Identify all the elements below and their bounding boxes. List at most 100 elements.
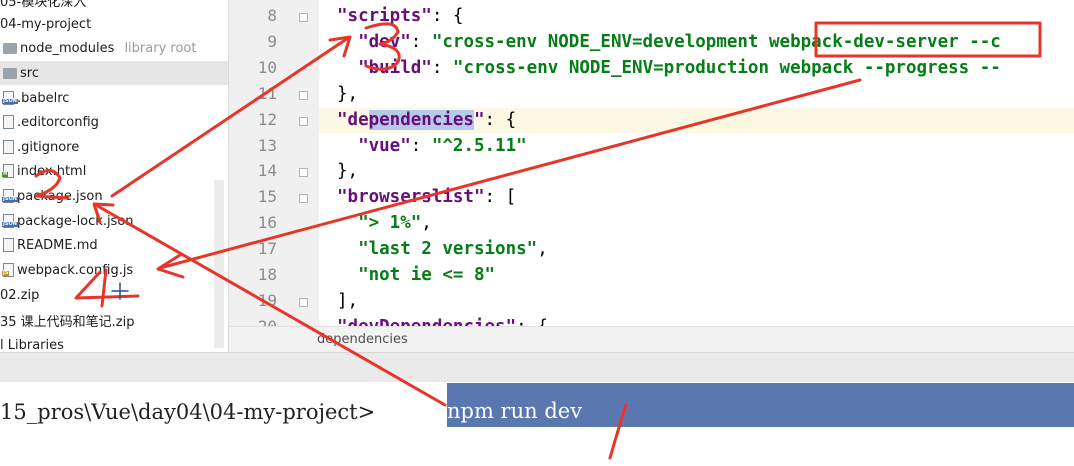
tree-item[interactable]: .editorconfig [0,110,228,134]
code-punct: }, [337,83,359,104]
tree-item-label: 35 课上代码和笔记.zip [0,314,135,330]
code-line: }, [337,159,358,184]
line-number: 12 [257,109,277,129]
tree-item[interactable]: 04-my-project [0,12,228,36]
tree-item[interactable]: 05-模块化深入 [0,0,228,12]
folder-icon [3,42,17,54]
tree-item[interactable]: JSON package-lock.json [0,209,228,233]
file-type-badge: JSON [2,98,18,104]
file-type-badge: JS [2,270,10,276]
json-key: "dev" [358,31,411,52]
json-string: "last 2 versions" [358,239,538,260]
tree-item-label: README.md [17,237,98,253]
tree-item[interactable]: node_modules library root [0,36,228,60]
code-line: "scripts": { [337,4,463,29]
fold-marker-icon[interactable] [299,194,308,204]
file-icon: JSON [2,214,18,228]
code-line: "vue": "^2.5.11" [337,134,527,159]
line-number: 11 [257,83,277,103]
code-punct: ], [337,290,359,311]
code-line: "build": "cross-env NODE_ENV=production … [337,56,1001,81]
line-number: 13 [257,135,277,155]
fold-marker-icon[interactable] [299,297,308,307]
code-punct: , [537,239,548,260]
code-punct: : { [484,109,517,130]
fold-marker-icon[interactable] [299,13,308,22]
line-number: 19 [257,290,277,310]
json-key: "scripts" [337,6,432,26]
tree-item[interactable]: Hindex.html [0,159,228,183]
line-number: 15 [257,187,277,207]
panel-divider[interactable] [0,352,1074,383]
tree-item-label: webpack.config.js [17,262,134,278]
tree-item[interactable]: JS webpack.config.js [0,258,228,282]
fold-marker-icon[interactable] [299,116,308,126]
code-line: "browserslist": [ [337,185,516,210]
code-punct: : [410,31,432,52]
tree-item-label: .gitignore [17,139,80,155]
tree-item-label: src [20,65,39,81]
tree-item-label: .editorconfig [17,114,99,130]
code-punct: , [421,213,432,234]
file-type-badge: JSON [2,196,18,202]
json-key: "de [337,109,369,130]
fold-marker-icon[interactable] [299,90,308,100]
json-string: "not ie <= 8" [358,265,496,285]
tree-item-label: l Libraries [0,337,64,353]
json-key: "browserslist" [337,187,485,208]
tree-item[interactable]: .gitignore [0,135,228,159]
tree-item-label: package.json [17,188,103,204]
tree-item[interactable]: 35 课上代码和笔记.zip [0,308,228,332]
json-key-selection: pendencies [368,109,474,130]
json-key: "vue" [358,135,411,156]
line-number: 10 [257,57,277,77]
tree-item[interactable]: 02.zip [0,283,228,307]
tree-item-label: package-lock.json [17,213,134,229]
code-punct: }, [337,161,359,182]
code-line: }, [337,82,358,107]
line-number: 16 [257,213,277,233]
code-punct: : [ [484,187,517,208]
json-string: "cross-env NODE_ENV=development [431,31,769,52]
tree-scrollbar[interactable] [214,180,224,348]
tree-item[interactable]: l Libraries [0,333,228,353]
terminal-command: npm run dev [447,399,583,423]
code-line: ], [337,289,358,314]
json-string: "cross-env NODE_ENV=production webpack -… [452,57,1001,78]
tree-item-label: 05-模块化深入 [0,0,87,10]
terminal-command-selection[interactable]: npm run dev [447,383,1074,427]
json-key: " [473,109,485,130]
file-icon: H [2,164,14,178]
terminal-panel[interactable]: 15_pros\Vue\day04\04-my-project> npm run… [0,382,1074,466]
file-icon [3,140,14,154]
tree-item[interactable]: JSON package.json [0,184,228,208]
tree-item-label: 04-my-project [0,16,92,32]
json-string: "^2.5.11" [431,135,527,156]
editor-breadcrumb-bar: dependencies [229,326,1074,353]
tree-item-label: .babelrc [17,90,70,106]
json-string-highlighted: webpack-dev-server [769,31,959,52]
code-line: "not ie <= 8" [337,263,495,288]
code-line: "> 1%", [337,211,432,236]
json-key: "devDependencies" [337,317,516,326]
tree-item-label: node_modules [20,40,115,56]
fold-marker-icon[interactable] [299,168,308,178]
file-type-badge: JSON [2,221,18,227]
file-icon: JS [2,263,14,277]
editor-gutter: 891011121314151617181920 [229,0,319,336]
tree-item[interactable]: README.md [0,233,228,257]
code-editor[interactable]: "scripts": { "dev": "cross-env NODE_ENV=… [319,0,1074,326]
file-icon [3,115,14,129]
terminal-prompt: 15_pros\Vue\day04\04-my-project> [0,400,376,424]
tree-item[interactable]: JSON .babelrc [0,86,228,110]
file-icon: JSON [2,91,18,105]
breadcrumb[interactable]: dependencies [317,332,408,347]
json-string: --c [958,31,1001,52]
tree-item-label: index.html [17,163,87,179]
tree-item[interactable]: src [0,61,228,85]
tree-item-label: 02.zip [0,287,40,303]
